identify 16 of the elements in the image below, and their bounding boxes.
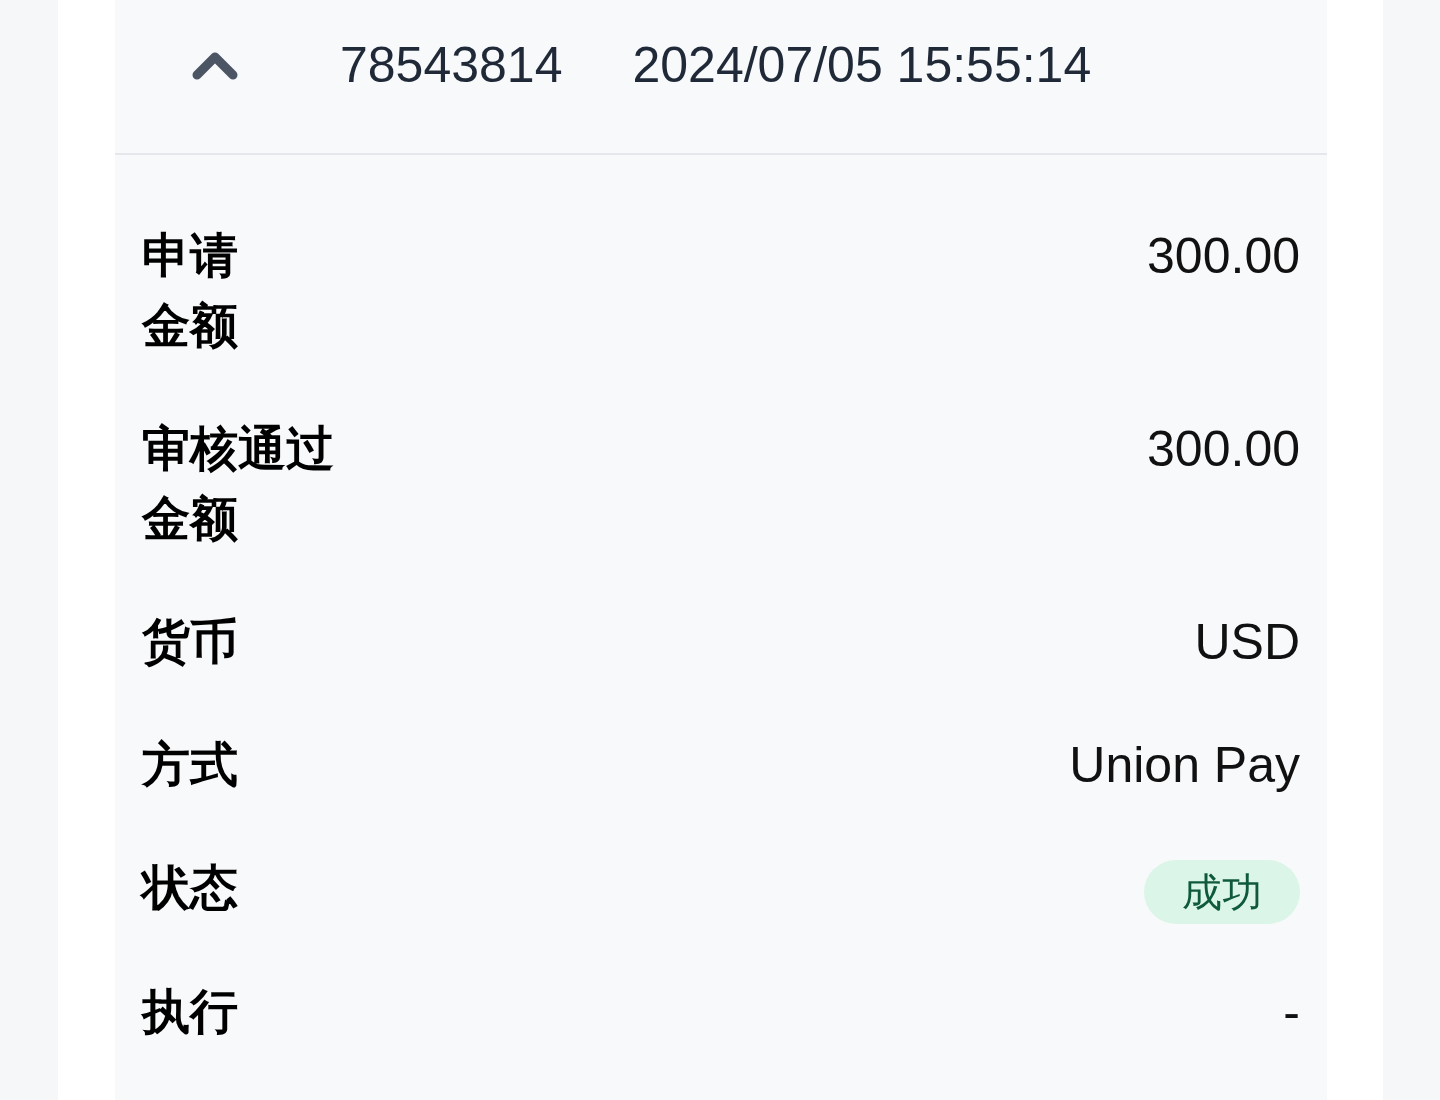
- field-label: 货币: [142, 614, 238, 670]
- field-label: 金额: [142, 491, 238, 547]
- record-time: 2024/07/05 15:55:14: [632, 39, 1092, 90]
- field-label: 审核通过: [142, 421, 334, 477]
- field-value: 300.00: [1147, 227, 1300, 286]
- field-value: USD: [1194, 613, 1300, 672]
- record-id: 78543814: [340, 39, 563, 90]
- field-label: 状态: [142, 860, 238, 916]
- field-value: 300.00: [1147, 420, 1300, 479]
- field-value: -: [1283, 983, 1300, 1042]
- field-label: 金额: [142, 298, 238, 354]
- status-badge: 成功: [1144, 860, 1300, 924]
- field-label: 执行: [142, 984, 238, 1040]
- field-label: 方式: [142, 737, 238, 793]
- field-label: 申请: [142, 228, 238, 284]
- field-value: Union Pay: [1069, 736, 1300, 795]
